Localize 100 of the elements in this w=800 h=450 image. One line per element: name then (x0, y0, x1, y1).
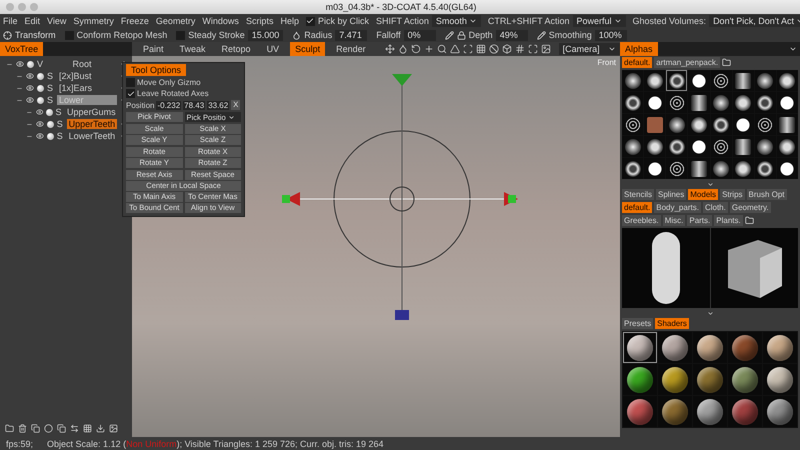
model-set-tab[interactable]: Misc. (662, 215, 686, 226)
room-tab[interactable]: Render (331, 42, 371, 56)
tree-item[interactable]: [1x]Ears (57, 83, 117, 93)
folder-icon[interactable] (744, 216, 754, 225)
alpha-thumbnail[interactable] (688, 158, 710, 179)
alpha-thumbnail[interactable] (754, 136, 776, 157)
alpha-thumbnail[interactable] (688, 114, 710, 135)
dropdown[interactable]: Don't Pick, Don't Act (709, 15, 800, 27)
model-set-tab[interactable]: Parts. (687, 215, 712, 226)
alpha-thumbnail[interactable] (776, 70, 798, 91)
panel-tab[interactable]: Strips (720, 189, 745, 200)
dropdown[interactable]: Smooth (432, 15, 481, 27)
alpha-thumbnail[interactable] (776, 114, 798, 135)
alpha-thumbnail[interactable] (688, 136, 710, 157)
model-set-tab[interactable]: default. (622, 202, 652, 213)
alpha-thumbnail[interactable] (776, 158, 798, 179)
alpha-thumbnail[interactable] (644, 114, 666, 135)
room-tab[interactable]: UV (262, 42, 284, 56)
rotate-icon[interactable] (410, 44, 421, 54)
menu-item[interactable]: File (3, 16, 18, 26)
alpha-thumbnail[interactable] (688, 92, 710, 113)
triangle-icon[interactable] (450, 44, 460, 54)
ban-icon[interactable] (488, 44, 499, 54)
menu-item[interactable]: Edit (24, 16, 40, 26)
alpha-thumbnail[interactable] (644, 70, 666, 91)
checkbox[interactable] (126, 89, 135, 98)
alpha-set-tab[interactable]: artman_penpack. (654, 57, 720, 68)
transform-button[interactable]: Transform (3, 30, 56, 40)
room-tab[interactable]: Tweak (174, 42, 211, 56)
checkbox[interactable] (306, 16, 315, 26)
folder-icon[interactable] (5, 424, 14, 433)
alpha-thumbnail[interactable] (732, 136, 754, 157)
value-field[interactable]: 0% (404, 30, 436, 40)
alpha-thumbnail[interactable] (666, 70, 688, 91)
trash-icon[interactable] (18, 424, 27, 433)
circle-icon[interactable] (44, 424, 53, 433)
drop-icon[interactable] (398, 44, 408, 54)
menu-item[interactable]: Geometry (156, 16, 196, 26)
pan-icon[interactable] (424, 44, 434, 54)
image-icon[interactable] (540, 44, 551, 54)
panel-tab[interactable]: Models (688, 189, 718, 200)
checkbox[interactable] (64, 30, 74, 40)
model-set-tab[interactable]: Greebles. (622, 215, 661, 226)
alpha-thumbnail[interactable] (710, 158, 732, 179)
move-icon[interactable] (384, 44, 395, 54)
alpha-thumbnail[interactable] (622, 114, 644, 135)
menu-item[interactable]: View (47, 16, 66, 26)
alpha-thumbnail[interactable] (688, 70, 710, 91)
alpha-thumbnail[interactable] (622, 136, 644, 157)
value-field[interactable]: 7.471 (335, 30, 368, 40)
value-field[interactable]: 15.000 (248, 30, 284, 40)
image-icon[interactable] (109, 424, 118, 433)
room-tab[interactable]: Retopo (216, 42, 256, 56)
panel-tab[interactable]: VoxTree (0, 42, 44, 56)
alpha-thumbnail[interactable] (754, 158, 776, 179)
swap-icon[interactable] (70, 424, 79, 433)
tree-item[interactable]: UpperTeeth (66, 119, 118, 129)
camera-dropdown[interactable]: [Camera] (558, 43, 620, 55)
alpha-thumbnail[interactable] (622, 158, 644, 179)
eye-icon[interactable] (16, 60, 24, 68)
panel-tab[interactable]: Tool Options (126, 64, 186, 76)
tree-item[interactable]: [2x]Bust (57, 71, 117, 81)
alpha-thumbnail[interactable] (666, 114, 688, 135)
cube-icon[interactable] (502, 44, 512, 54)
menu-item[interactable]: Freeze (120, 16, 149, 26)
model-set-tab[interactable]: Plants. (714, 215, 743, 226)
model-set-tab[interactable]: Geometry. (730, 202, 771, 213)
panel-tab[interactable]: Shaders (655, 318, 689, 329)
value-field[interactable]: -0.232 (156, 100, 182, 110)
alpha-thumbnail[interactable] (710, 136, 732, 157)
alpha-thumbnail[interactable] (644, 136, 666, 157)
alpha-thumbnail[interactable] (710, 114, 732, 135)
panel-tab[interactable]: Presets (622, 318, 654, 329)
alpha-thumbnail[interactable] (710, 70, 732, 91)
eye-icon[interactable] (36, 132, 44, 140)
eye-icon[interactable] (26, 84, 34, 92)
alpha-thumbnail[interactable] (776, 136, 798, 157)
room-tab[interactable]: Sculpt (290, 42, 326, 56)
clone-icon[interactable] (57, 424, 66, 433)
tree-item[interactable]: Root (47, 59, 117, 69)
capsule-model-icon[interactable] (650, 231, 681, 305)
model-set-tab[interactable]: Body_parts. (654, 202, 701, 213)
menu-item[interactable]: Help (280, 16, 299, 26)
tree-item[interactable]: UpperGums (65, 107, 118, 117)
panel-tab[interactable]: Alphas (620, 42, 658, 56)
folder-icon[interactable] (722, 58, 732, 67)
model-set-tab[interactable]: Cloth. (702, 202, 728, 213)
alpha-thumbnail[interactable] (622, 92, 644, 113)
alpha-thumbnail[interactable] (622, 70, 644, 91)
grid-icon[interactable] (476, 44, 486, 54)
import-icon[interactable] (96, 424, 105, 433)
alpha-thumbnail[interactable] (666, 136, 688, 157)
search-icon[interactable] (436, 44, 447, 54)
menu-item[interactable]: Scripts (246, 16, 274, 26)
dropdown[interactable]: Powerful (572, 15, 626, 27)
alpha-thumbnail[interactable] (732, 158, 754, 179)
alpha-thumbnail[interactable] (754, 70, 776, 91)
alpha-thumbnail[interactable] (732, 70, 754, 91)
menu-icon[interactable] (789, 45, 797, 53)
hash-icon[interactable] (514, 44, 525, 54)
